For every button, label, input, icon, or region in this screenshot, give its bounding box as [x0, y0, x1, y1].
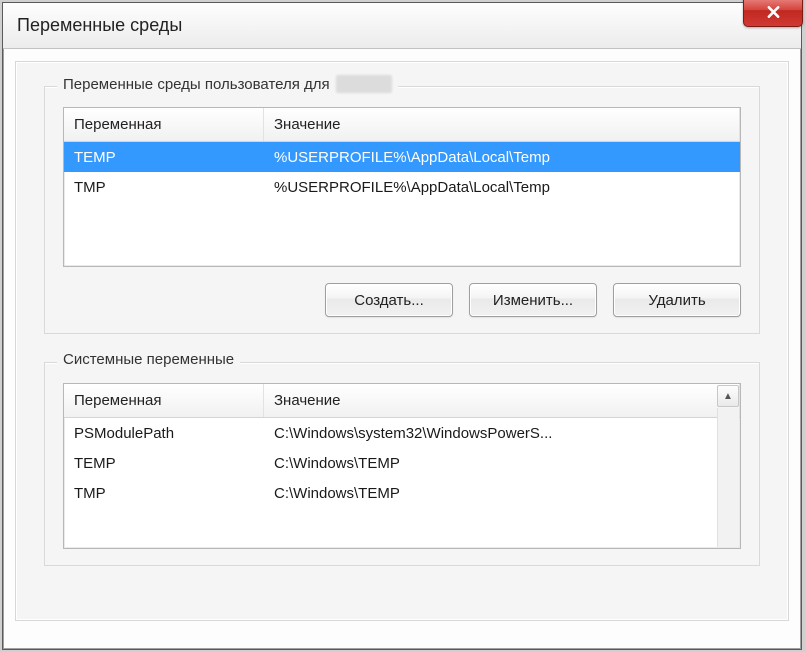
scroll-up-button[interactable]: ▲ [717, 385, 739, 407]
window-title: Переменные среды [17, 15, 182, 36]
close-icon [765, 5, 782, 19]
system-list-body: PSModulePath C:\Windows\system32\Windows… [64, 418, 740, 548]
system-col-variable[interactable]: Переменная [64, 384, 264, 417]
user-group-label: Переменные среды пользователя для [57, 75, 398, 93]
user-group-label-text: Переменные среды пользователя для [63, 76, 330, 93]
user-delete-button[interactable]: Удалить [613, 283, 741, 317]
user-col-variable[interactable]: Переменная [64, 108, 264, 141]
system-variables-list[interactable]: Переменная Значение ▲ PSModulePath C:\Wi… [63, 383, 741, 549]
system-row[interactable]: TMP C:\Windows\TEMP [64, 478, 740, 508]
user-variables-group: Переменные среды пользователя для Переме… [44, 86, 760, 334]
system-cell-name: TEMP [64, 455, 264, 472]
main-panel: Переменные среды пользователя для Переме… [15, 61, 789, 621]
username-redacted [336, 75, 392, 93]
environment-variables-dialog: Переменные среды Переменные среды пользо… [2, 2, 802, 650]
system-variables-group: Системные переменные Переменная Значение… [44, 362, 760, 566]
user-variables-list[interactable]: Переменная Значение TEMP %USERPROFILE%\A… [63, 107, 741, 267]
system-cell-name: TMP [64, 485, 264, 502]
system-group-label: Системные переменные [57, 351, 240, 368]
user-cell-value: %USERPROFILE%\AppData\Local\Temp [264, 149, 740, 166]
user-row-tmp[interactable]: TMP %USERPROFILE%\AppData\Local\Temp [64, 172, 740, 202]
user-cell-value: %USERPROFILE%\AppData\Local\Temp [264, 179, 740, 196]
system-row[interactable]: TEMP C:\Windows\TEMP [64, 448, 740, 478]
user-edit-button[interactable]: Изменить... [469, 283, 597, 317]
user-list-header: Переменная Значение [64, 108, 740, 142]
client-area: Переменные среды пользователя для Переме… [3, 49, 801, 649]
system-group-label-text: Системные переменные [63, 351, 234, 368]
chevron-up-icon: ▲ [723, 391, 733, 402]
system-cell-name: PSModulePath [64, 425, 264, 442]
user-create-button[interactable]: Создать... [325, 283, 453, 317]
system-list-header: Переменная Значение [64, 384, 740, 418]
user-cell-name: TEMP [64, 149, 264, 166]
user-col-value[interactable]: Значение [264, 108, 740, 141]
system-cell-value: C:\Windows\TEMP [264, 485, 740, 502]
user-list-body: TEMP %USERPROFILE%\AppData\Local\Temp TM… [64, 142, 740, 266]
user-cell-name: TMP [64, 179, 264, 196]
system-col-value[interactable]: Значение [264, 384, 740, 417]
system-cell-value: C:\Windows\system32\WindowsPowerS... [264, 425, 740, 442]
titlebar: Переменные среды [3, 3, 801, 49]
scrollbar-track[interactable] [717, 408, 739, 547]
user-button-row: Создать... Изменить... Удалить [63, 283, 741, 317]
system-cell-value: C:\Windows\TEMP [264, 455, 740, 472]
system-row[interactable]: PSModulePath C:\Windows\system32\Windows… [64, 418, 740, 448]
user-row-temp[interactable]: TEMP %USERPROFILE%\AppData\Local\Temp [64, 142, 740, 172]
close-button[interactable] [743, 0, 803, 27]
